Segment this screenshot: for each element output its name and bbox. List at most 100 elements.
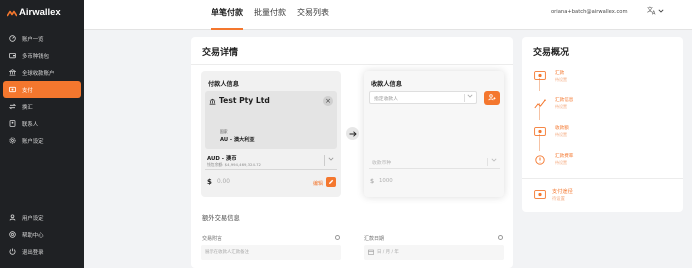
power-icon: [9, 248, 16, 255]
payer-amount-input[interactable]: 0.00: [217, 179, 230, 185]
chevron-down-icon: [491, 157, 497, 164]
payee-select[interactable]: 指定收款人: [369, 91, 477, 104]
add-payee-button[interactable]: [484, 91, 500, 105]
date-placeholder: 日 / 月 / 年: [377, 250, 399, 255]
payer-info-panel: 付款人信息 Test Pty Ltd × 国家 AU - 澳大利亚 AUD - …: [201, 71, 341, 197]
payment-method-status: 待设置: [552, 197, 565, 202]
sidebar-item-help[interactable]: 帮助中心: [3, 226, 81, 243]
sidebar-item-label: 用户设定: [22, 215, 44, 222]
payee-info-panel: 收款人信息 指定收款人 收款币种 $ 1000: [364, 71, 504, 197]
page-title: 交易详情: [202, 48, 239, 58]
sidebar-bottom-nav: 用户设定 帮助中心 退出登录: [3, 209, 81, 260]
overview-title: 交易概况: [533, 48, 570, 58]
calendar-icon: [368, 249, 374, 257]
sidebar-item-label: 全球收款账户: [22, 70, 55, 77]
step-title: 汇款: [555, 71, 565, 76]
tab-batch-payment[interactable]: 批量付款: [254, 0, 286, 30]
chevron-down-icon: [658, 8, 664, 15]
select-separator: [487, 158, 488, 166]
close-icon[interactable]: ×: [323, 96, 333, 106]
chevron-down-icon: [328, 156, 334, 163]
select-separator: [324, 155, 325, 166]
sidebar-nav: 账户一览 多币种钱包 全球收款账户 支付 换汇 联系人 账户设定: [3, 30, 81, 149]
step-status: 待设置: [555, 104, 567, 109]
sidebar-item-logout[interactable]: 退出登录: [3, 243, 81, 260]
currency-symbol: $: [370, 177, 375, 185]
payment-tabs: 单笔付款 批量付款 交易列表: [211, 0, 329, 30]
sidebar-item-contacts[interactable]: 联系人: [3, 115, 81, 132]
payer-account-card[interactable]: Test Pty Ltd × 国家 AU - 澳大利亚: [205, 91, 337, 149]
payee-info-title: 收款人信息: [371, 81, 402, 88]
edit-icon[interactable]: [326, 177, 336, 187]
currency-symbol: $: [207, 178, 212, 186]
trend-icon: [533, 98, 546, 109]
user-email[interactable]: oriana+batch@airwallex.com: [551, 9, 628, 15]
sidebar-item-label: 账户设定: [22, 138, 44, 145]
tab-transaction-list[interactable]: 交易列表: [297, 0, 329, 30]
tab-single-payment[interactable]: 单笔付款: [211, 0, 243, 30]
payer-name: Test Pty Ltd: [219, 96, 270, 105]
step-title: 汇款费率: [555, 154, 574, 159]
transaction-overview-card: 交易概况 汇款 待设置 汇款信息 待设置 收款额 待设置 汇款费率 待设置 支付…: [522, 37, 683, 212]
arrow-right-icon: [346, 127, 359, 140]
language-switcher[interactable]: 文A: [647, 6, 664, 17]
remark-input[interactable]: 展示在收款人汇款备注: [201, 245, 341, 260]
payee-amount-input[interactable]: 1000: [379, 178, 393, 184]
divider: [522, 178, 683, 179]
payment-method-title: 支付途径: [552, 189, 573, 195]
sidebar-item-label: 联系人: [22, 121, 39, 128]
remark-label: 交易附言: [202, 236, 223, 242]
cash-icon: [533, 126, 546, 137]
dashboard-icon: [9, 35, 16, 42]
payee-currency-select[interactable]: 收款币种: [369, 156, 500, 169]
transfer-date-label: 汇款日期: [364, 236, 385, 242]
payer-info-title: 付款人信息: [208, 81, 239, 88]
payer-currency-select[interactable]: AUD - 澳币 钱包余额: $4,994,469,324.72: [205, 152, 337, 170]
step-status: 待设置: [555, 77, 567, 82]
payee-currency-placeholder: 收款币种: [372, 161, 392, 166]
transaction-details-card: 交易详情 付款人信息 Test Pty Ltd × 国家 AU - 澳大利亚 A…: [191, 37, 513, 268]
country-value: AU - 澳大利亚: [220, 137, 255, 143]
edit-label[interactable]: 编辑: [313, 180, 323, 187]
translate-icon: 文A: [647, 6, 657, 17]
add-user-icon: [488, 93, 496, 103]
info-icon[interactable]: [498, 235, 503, 240]
sidebar-item-exchange[interactable]: 换汇: [3, 98, 81, 115]
payer-amount-row: $ 0.00 编辑: [205, 176, 337, 190]
airwallex-logo[interactable]: Airwallex: [7, 7, 61, 18]
bank-icon: [209, 98, 216, 107]
remark-placeholder: 展示在收款人汇款备注: [205, 250, 249, 255]
sidebar-item-account-settings[interactable]: 账户设定: [3, 132, 81, 149]
sidebar-item-global-accounts[interactable]: 全球收款账户: [3, 64, 81, 81]
payment-icon: [9, 86, 16, 93]
step-title: 收款额: [555, 126, 569, 131]
sidebar-item-label: 支付: [22, 87, 33, 94]
chevron-down-icon: [467, 93, 473, 100]
sidebar-item-user-settings[interactable]: 用户设定: [3, 209, 81, 226]
sidebar: Airwallex 账户一览 多币种钱包 全球收款账户 支付 换汇 联系人 账户…: [0, 0, 84, 268]
sidebar-item-label: 帮助中心: [22, 232, 44, 239]
sidebar-item-payments[interactable]: 支付: [3, 81, 81, 98]
payee-select-placeholder: 指定收款人: [374, 97, 398, 102]
info-icon[interactable]: [335, 235, 340, 240]
sidebar-item-dashboard[interactable]: 账户一览: [3, 30, 81, 47]
select-separator: [464, 94, 465, 102]
exchange-icon: [9, 103, 16, 110]
brand-name: Airwallex: [19, 7, 61, 18]
cash-icon: [533, 189, 546, 200]
cash-icon: [533, 70, 546, 81]
wallet-balance: 钱包余额: $4,994,469,324.72: [207, 162, 261, 167]
step-status: 待设置: [555, 132, 567, 137]
fee-icon: [533, 154, 546, 165]
sidebar-item-label: 多币种钱包: [22, 53, 49, 60]
wallet-icon: [9, 52, 16, 59]
currency-value: AUD - 澳币: [207, 156, 237, 162]
transfer-date-input[interactable]: 日 / 月 / 年: [364, 245, 504, 260]
contacts-icon: [9, 120, 16, 127]
sidebar-item-label: 账户一览: [22, 36, 44, 43]
divider: [191, 64, 513, 65]
step-title: 汇款信息: [555, 98, 574, 103]
sidebar-item-wallet[interactable]: 多币种钱包: [3, 47, 81, 64]
extra-info-title: 额外交易信息: [202, 215, 240, 222]
gear-icon: [9, 137, 16, 144]
